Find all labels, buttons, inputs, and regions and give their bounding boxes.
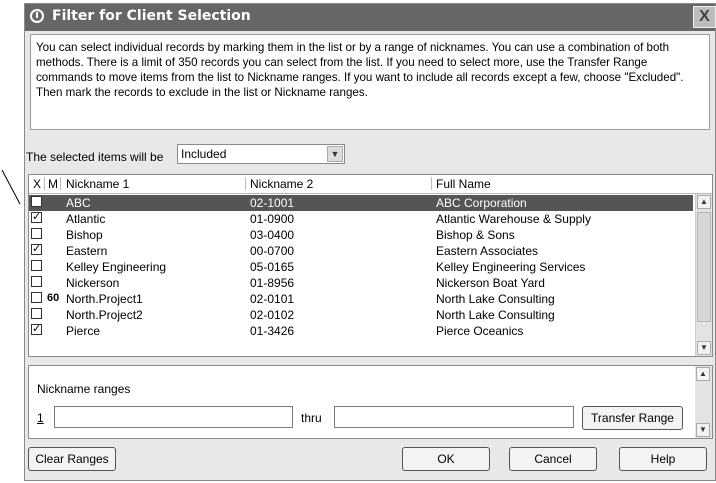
selection-mode-select[interactable]: Included ▼ xyxy=(177,144,345,164)
column-header-nickname2[interactable]: Nickname 2 xyxy=(250,177,313,191)
cancel-button[interactable]: Cancel xyxy=(509,447,597,471)
list-row[interactable]: Kelley Engineering 05-0165 Kelley Engineer… xyxy=(29,259,693,275)
cell-fullname: Kelley Engineering Services xyxy=(436,260,586,274)
cell-nickname1: Eastern xyxy=(66,244,108,258)
cell-fullname: Pierce Oceanics xyxy=(436,324,524,338)
column-header-x[interactable]: X xyxy=(33,177,41,191)
ranges-scrollbar[interactable]: ▲ ▼ xyxy=(695,366,712,438)
close-button[interactable]: X xyxy=(693,6,716,28)
list-row[interactable]: ✓ Eastern 00-0700 Eastern Associates xyxy=(29,243,693,259)
close-icon: X xyxy=(699,8,710,25)
column-header-m[interactable]: M xyxy=(48,177,58,191)
cell-nickname2: 02-0101 xyxy=(250,292,295,306)
selection-mode-value: Included xyxy=(181,147,227,161)
info-panel: You can select individual records by mar… xyxy=(30,34,710,130)
column-divider xyxy=(431,177,432,190)
arrow-down-icon[interactable]: ▼ xyxy=(696,423,710,437)
cell-nickname1: Pierce xyxy=(66,324,101,338)
range-from-input[interactable] xyxy=(54,406,293,428)
nickname-ranges-label: Nickname ranges xyxy=(37,382,131,396)
row-checkbox[interactable]: ✓ xyxy=(31,244,42,255)
client-list[interactable]: X M Nickname 1 Nickname 2 Full Name ABC 0… xyxy=(28,174,713,357)
cell-fullname: Nickerson Boat Yard xyxy=(436,276,545,290)
thru-label: thru xyxy=(301,411,322,425)
arrow-up-icon[interactable]: ▲ xyxy=(696,367,710,381)
cell-nickname2: 05-0165 xyxy=(250,260,295,274)
list-row[interactable]: Bishop 03-0400 Bishop & Sons xyxy=(29,227,693,243)
cell-fullname: Bishop & Sons xyxy=(436,228,515,242)
filter-dialog: Filter for Client Selection X You can se… xyxy=(24,3,716,481)
title-bar[interactable]: Filter for Client Selection X xyxy=(25,4,716,31)
row-checkbox[interactable] xyxy=(31,276,42,287)
cell-nickname2: 02-0102 xyxy=(250,308,295,322)
list-row[interactable]: Nickerson 01-8956 Nickerson Boat Yard xyxy=(29,275,693,291)
cell-nickname2: 02-1001 xyxy=(250,196,295,210)
arrow-down-icon[interactable]: ▼ xyxy=(697,341,711,355)
row-checkbox[interactable] xyxy=(31,228,42,239)
cell-fullname: Eastern Associates xyxy=(436,244,539,258)
row-checkbox[interactable]: ✓ xyxy=(31,212,42,223)
help-button[interactable]: Help xyxy=(619,447,707,471)
clear-ranges-button[interactable]: Clear Ranges xyxy=(28,447,116,471)
cell-nickname1: Nickerson xyxy=(66,276,120,290)
row-checkbox[interactable]: ✓ xyxy=(31,324,42,335)
row-marker: 60 xyxy=(47,292,60,304)
list-row[interactable]: ABC 02-1001 ABC Corporation xyxy=(29,195,693,211)
annotation-pointer-line xyxy=(1,169,21,205)
cell-nickname1: Kelley Engineering xyxy=(66,260,167,274)
cell-fullname: Atlantic Warehouse & Supply xyxy=(436,212,591,226)
column-divider xyxy=(60,177,61,190)
cell-fullname: North Lake Consulting xyxy=(436,292,555,306)
range-to-input[interactable] xyxy=(334,406,574,428)
info-text: You can select individual records by mar… xyxy=(36,41,684,99)
cell-nickname1: North.Project1 xyxy=(66,292,143,306)
cell-nickname2: 01-8956 xyxy=(250,276,295,290)
column-divider xyxy=(44,177,45,190)
arrow-up-icon[interactable]: ▲ xyxy=(697,195,711,209)
list-row[interactable]: ✓ Pierce 01-3426 Pierce Oceanics xyxy=(29,323,693,339)
cell-nickname2: 00-0700 xyxy=(250,244,295,258)
list-scrollbar[interactable]: ▲ ▼ xyxy=(695,194,712,356)
cell-nickname2: 01-0900 xyxy=(250,212,295,226)
window-title: Filter for Client Selection xyxy=(52,8,251,24)
transfer-range-button[interactable]: Transfer Range xyxy=(582,406,683,430)
cell-nickname1: Atlantic xyxy=(66,212,106,226)
cell-nickname1: Bishop xyxy=(66,228,103,242)
nickname-ranges-panel: Nickname ranges 1 thru Transfer Range ▲ … xyxy=(28,365,713,439)
row-checkbox[interactable] xyxy=(31,292,42,303)
column-header-fullname[interactable]: Full Name xyxy=(436,177,491,191)
clock-icon xyxy=(30,9,44,23)
cell-fullname: ABC Corporation xyxy=(436,196,527,210)
row-checkbox[interactable] xyxy=(31,260,42,271)
chevron-down-icon[interactable]: ▼ xyxy=(327,146,343,162)
column-header-nickname1[interactable]: Nickname 1 xyxy=(66,177,129,191)
selection-mode-label: The selected items will be xyxy=(26,150,164,164)
scroll-thumb[interactable] xyxy=(697,212,711,322)
column-divider xyxy=(245,177,246,190)
list-header: X M Nickname 1 Nickname 2 Full Name xyxy=(29,175,712,194)
list-row[interactable]: ✓ Atlantic 01-0900 Atlantic Warehouse & Sup… xyxy=(29,211,693,227)
cell-fullname: North Lake Consulting xyxy=(436,308,555,322)
cell-nickname1: ABC xyxy=(66,196,91,210)
cell-nickname1: North.Project2 xyxy=(66,308,143,322)
list-row[interactable]: 60 North.Project1 02-0101 North Lake Consul… xyxy=(29,291,693,307)
row-checkbox[interactable] xyxy=(31,196,42,207)
range-index: 1 xyxy=(37,411,44,425)
cell-nickname2: 03-0400 xyxy=(250,228,295,242)
row-checkbox[interactable] xyxy=(31,308,42,319)
list-row[interactable]: North.Project2 02-0102 North Lake Consulti… xyxy=(29,307,693,323)
ok-button[interactable]: OK xyxy=(402,447,490,471)
cell-nickname2: 01-3426 xyxy=(250,324,295,338)
